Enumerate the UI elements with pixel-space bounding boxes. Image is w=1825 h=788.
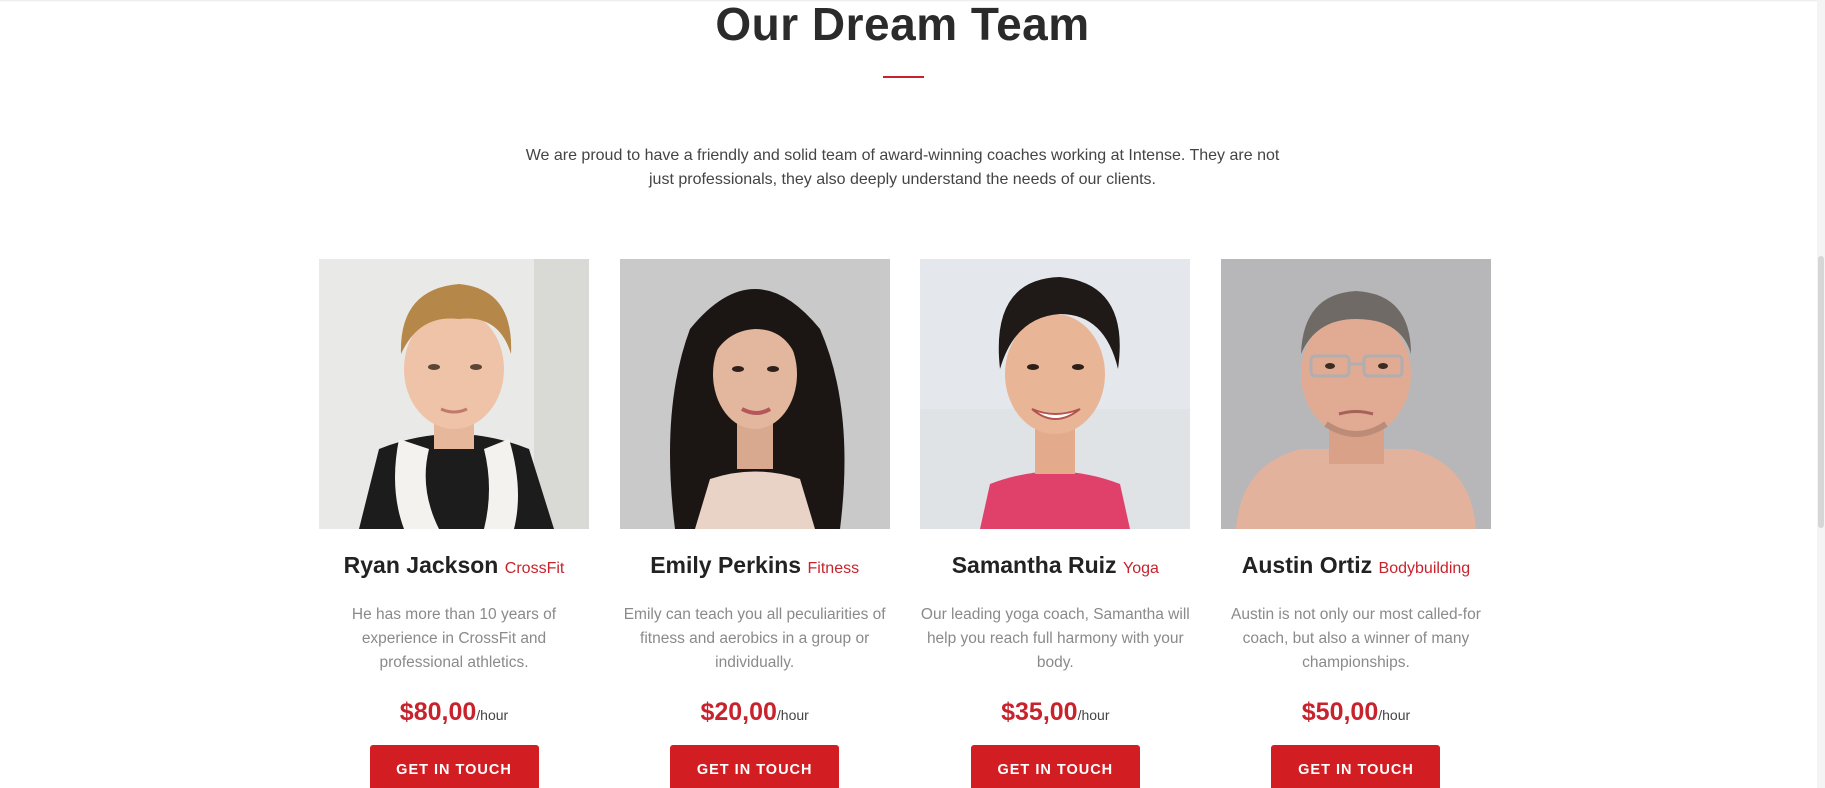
coach-photo xyxy=(1220,259,1491,529)
page-scrollbar[interactable] xyxy=(1817,0,1825,788)
coach-photo xyxy=(319,259,589,529)
coach-bio: Austin is not only our most called-for c… xyxy=(1231,606,1481,671)
coach-heading: Emily Perkins Fitness xyxy=(620,549,890,585)
coach-heading: Samantha Ruiz Yoga xyxy=(920,549,1190,585)
scrollbar-thumb[interactable] xyxy=(1818,256,1824,528)
coach-price: $20,00 xyxy=(700,698,777,726)
get-in-touch-button[interactable]: GET IN TOUCH xyxy=(970,745,1140,788)
coach-bio: He has more than 10 years of experience … xyxy=(351,606,557,671)
team-section: Our Dream Team We are proud to have a fr… xyxy=(0,0,1825,788)
price-unit: /hour xyxy=(476,707,509,723)
coach-photo xyxy=(920,259,1191,529)
price-unit: /hour xyxy=(1378,707,1411,723)
team-grid: Ryan Jackson CrossFit He has more than 1… xyxy=(319,259,1491,788)
section-intro: We are proud to have a friendly and soli… xyxy=(525,147,1280,188)
coach-bio: Emily can teach you all peculiarities of… xyxy=(623,606,886,671)
coach-specialty[interactable]: Fitness xyxy=(808,560,860,577)
team-card: Samantha Ruiz Yoga Our leading yoga coac… xyxy=(920,259,1191,788)
coach-portrait-image xyxy=(619,259,890,529)
coach-photo xyxy=(619,259,890,529)
coach-name: Austin Ortiz xyxy=(1241,552,1373,578)
price-unit: /hour xyxy=(1077,707,1110,723)
section-title: Our Dream Team xyxy=(715,0,1090,50)
coach-rate: $80,00/hour xyxy=(319,695,589,733)
coach-specialty[interactable]: Yoga xyxy=(1123,560,1159,577)
coach-specialty[interactable]: CrossFit xyxy=(505,560,565,577)
coach-price: $80,00 xyxy=(399,698,477,726)
coach-portrait-image xyxy=(920,259,1191,529)
coach-heading: Ryan Jackson CrossFit xyxy=(319,549,589,585)
get-in-touch-button[interactable]: GET IN TOUCH xyxy=(670,745,840,788)
coach-bio: Our leading yoga coach, Samantha will he… xyxy=(920,606,1190,671)
team-card: Emily Perkins Fitness Emily can teach yo… xyxy=(619,259,890,788)
coach-portrait-image xyxy=(1220,259,1491,529)
coach-price: $50,00 xyxy=(1301,698,1379,726)
coach-rate: $50,00/hour xyxy=(1221,695,1491,733)
title-divider xyxy=(883,76,924,78)
coach-rate: $20,00/hour xyxy=(620,695,890,733)
team-card: Ryan Jackson CrossFit He has more than 1… xyxy=(319,259,589,788)
price-unit: /hour xyxy=(776,707,809,723)
coach-name: Emily Perkins xyxy=(650,552,802,578)
coach-rate: $35,00/hour xyxy=(920,695,1190,733)
coach-name: Ryan Jackson xyxy=(343,552,499,578)
get-in-touch-button[interactable]: GET IN TOUCH xyxy=(369,745,539,788)
coach-portrait-image xyxy=(319,259,589,529)
coach-heading: Austin Ortiz Bodybuilding xyxy=(1221,549,1491,585)
get-in-touch-button[interactable]: GET IN TOUCH xyxy=(1271,745,1441,788)
coach-name: Samantha Ruiz xyxy=(951,552,1117,578)
team-card: Austin Ortiz Bodybuilding Austin is not … xyxy=(1220,259,1491,788)
coach-specialty[interactable]: Bodybuilding xyxy=(1379,560,1471,577)
coach-price: $35,00 xyxy=(1001,698,1078,726)
